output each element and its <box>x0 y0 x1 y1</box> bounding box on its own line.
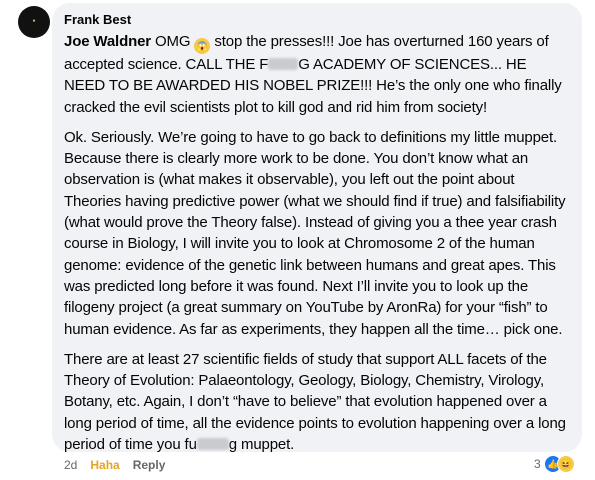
mention-link[interactable]: Joe Waldner <box>64 33 151 50</box>
comment-paragraph-1: Joe Waldner OMG 😱 stop the presses!!! Jo… <box>64 31 570 118</box>
comment-timestamp[interactable]: 2d <box>64 458 77 472</box>
text-segment: OMG <box>150 33 195 50</box>
avatar[interactable]: ● <box>18 6 50 38</box>
comment-bubble: Frank Best Joe Waldner OMG 😱 stop the pr… <box>52 3 582 455</box>
comment-actions: 2d Haha Reply <box>64 458 165 472</box>
avatar-image: ● <box>32 19 36 24</box>
text-segment: g muppet. <box>228 436 295 454</box>
reply-button[interactable]: Reply <box>133 458 166 472</box>
reaction-count: 3 <box>534 457 541 471</box>
censored-blur <box>268 58 299 70</box>
reaction-summary[interactable]: 3 👍 😆 <box>534 455 575 473</box>
censored-blur <box>196 438 229 451</box>
comment-paragraph-2: Ok. Seriously. We’re going to have to go… <box>64 128 566 338</box>
shocked-face-emoji-icon: 😱 <box>194 38 211 54</box>
haha-icon: 😆 <box>556 455 575 473</box>
comment-author[interactable]: Frank Best <box>64 12 570 27</box>
comment-paragraph-3: There are at least 27 scientific fields … <box>64 349 570 455</box>
reaction-button[interactable]: Haha <box>90 458 119 472</box>
text-segment: There are at least 27 scientific fields … <box>64 350 566 454</box>
